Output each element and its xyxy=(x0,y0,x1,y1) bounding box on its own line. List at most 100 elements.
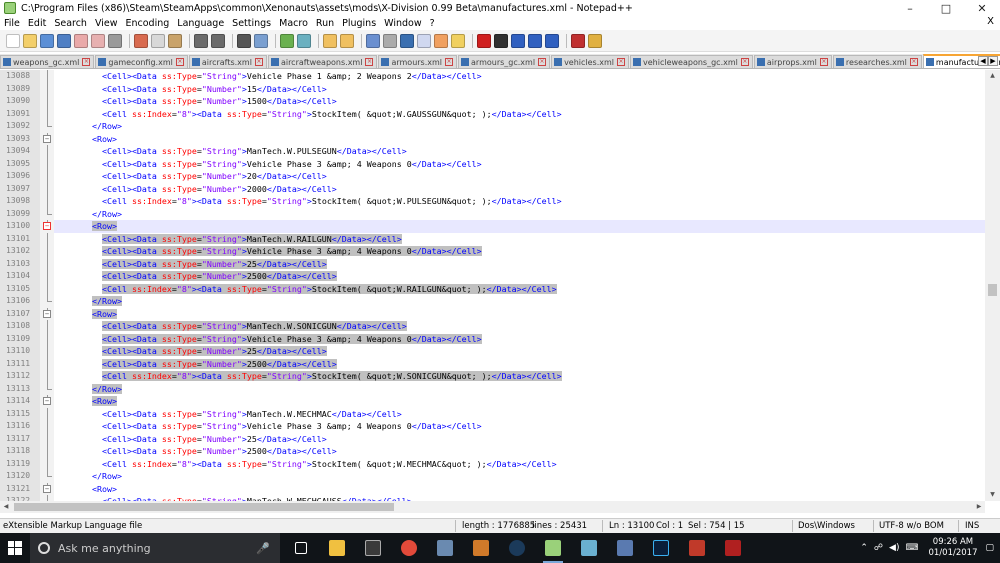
cut-icon[interactable] xyxy=(134,33,148,48)
clock[interactable]: 09:26 AM 01/01/2017 xyxy=(928,537,977,559)
code-line[interactable]: 13100− <Row> xyxy=(0,220,985,233)
code-line[interactable]: 13108 <Cell><Data ss:Type="String">ManTe… xyxy=(0,320,985,333)
microphone-icon[interactable]: 🎤 xyxy=(256,542,270,555)
menu-file[interactable]: File xyxy=(0,18,24,29)
taskbar-app-9[interactable] xyxy=(610,533,640,563)
menu-run[interactable]: Run xyxy=(312,18,338,29)
tab-researches-xml[interactable]: researches.xml × xyxy=(832,55,922,68)
taskbar-app-12[interactable] xyxy=(718,533,748,563)
copy-icon[interactable] xyxy=(151,33,165,48)
close-icon[interactable] xyxy=(74,33,88,48)
menu-help[interactable]: ? xyxy=(426,18,439,29)
scroll-left-icon[interactable]: ◀ xyxy=(0,501,12,513)
code-line[interactable]: 13099 </Row> xyxy=(0,207,985,220)
tab-vehicleweapons_gc-xml[interactable]: vehicleweapons_gc.xml × xyxy=(630,55,753,68)
vertical-scrollbar[interactable]: ▲ ▼ xyxy=(985,70,1000,501)
tab-close-icon[interactable]: × xyxy=(538,58,547,66)
taskbar-chrome[interactable] xyxy=(394,533,424,563)
status-encoding[interactable]: UTF-8 w/o BOM xyxy=(879,521,944,531)
new-file-icon[interactable] xyxy=(6,33,20,48)
menu-language[interactable]: Language xyxy=(173,18,228,29)
word-wrap-icon[interactable] xyxy=(366,33,380,48)
notifications-icon[interactable]: ▢ xyxy=(985,543,994,553)
close-document-button[interactable]: X xyxy=(987,16,994,27)
code-line[interactable]: 13109 <Cell><Data ss:Type="String">Vehic… xyxy=(0,332,985,345)
folder-workspace-icon[interactable] xyxy=(451,33,465,48)
code-line[interactable]: 13106 </Row> xyxy=(0,295,985,308)
undo-icon[interactable] xyxy=(194,33,208,48)
close-all-icon[interactable] xyxy=(91,33,105,48)
horizontal-scroll-thumb[interactable] xyxy=(14,503,394,511)
taskbar-app-5[interactable] xyxy=(466,533,496,563)
code-line[interactable]: 13094 <Cell><Data ss:Type="String">ManTe… xyxy=(0,145,985,158)
volume-icon[interactable]: ◀) xyxy=(889,543,899,553)
menu-encoding[interactable]: Encoding xyxy=(122,18,174,29)
status-eol[interactable]: Dos\Windows xyxy=(798,521,855,531)
tab-close-icon[interactable]: × xyxy=(254,58,263,66)
stop-macro-icon[interactable] xyxy=(494,33,508,48)
tab-close-icon[interactable]: × xyxy=(175,58,184,66)
horizontal-scrollbar[interactable]: ◀ ▶ xyxy=(0,501,985,513)
menu-window[interactable]: Window xyxy=(380,18,425,29)
code-line[interactable]: 13097 <Cell><Data ss:Type="Number">2000<… xyxy=(0,182,985,195)
menu-plugins[interactable]: Plugins xyxy=(338,18,380,29)
code-line[interactable]: 13107− <Row> xyxy=(0,307,985,320)
sync-vertical-icon[interactable] xyxy=(323,33,337,48)
menu-edit[interactable]: Edit xyxy=(24,18,50,29)
tab-vehicles-xml[interactable]: vehicles.xml × xyxy=(551,55,630,68)
code-line[interactable]: 13089 <Cell><Data ss:Type="Number">15</D… xyxy=(0,82,985,95)
menu-settings[interactable]: Settings xyxy=(228,18,275,29)
vertical-scroll-thumb[interactable] xyxy=(988,284,997,296)
record-macro-icon[interactable] xyxy=(477,33,491,48)
code-line[interactable]: 13103 <Cell><Data ss:Type="Number">25</D… xyxy=(0,257,985,270)
code-line[interactable]: 13120 </Row> xyxy=(0,470,985,483)
tab-scroll-left-icon[interactable]: ◀ xyxy=(978,56,988,66)
function-list-icon[interactable] xyxy=(434,33,448,48)
code-line[interactable]: 13118 <Cell><Data ss:Type="Number">2500<… xyxy=(0,445,985,458)
code-line[interactable]: 13093− <Row> xyxy=(0,132,985,145)
code-editor[interactable]: 13088 <Cell><Data ss:Type="String">Vehic… xyxy=(0,70,985,501)
show-hidden-icons-icon[interactable]: ⌃ xyxy=(860,543,868,553)
minimize-button[interactable]: – xyxy=(892,2,928,15)
tab-close-icon[interactable]: × xyxy=(617,58,626,66)
menu-search[interactable]: Search xyxy=(50,18,91,29)
cortana-search-box[interactable]: Ask me anything 🎤 xyxy=(30,533,280,563)
code-line[interactable]: 13112 <Cell ss:Index="8"><Data ss:Type="… xyxy=(0,370,985,383)
indent-guide-icon[interactable] xyxy=(400,33,414,48)
tab-armours-xml[interactable]: armours.xml × xyxy=(378,55,458,68)
start-button[interactable] xyxy=(0,533,30,563)
find-icon[interactable] xyxy=(237,33,251,48)
language-icon[interactable]: ⌨ xyxy=(905,543,918,553)
tab-weapons_gc-xml[interactable]: weapons_gc.xml × xyxy=(0,55,95,68)
tab-gameconfig-xml[interactable]: gameconfig.xml × xyxy=(95,55,188,68)
taskbar-photoshop[interactable] xyxy=(646,533,676,563)
tab-close-icon[interactable]: × xyxy=(909,58,918,66)
code-line[interactable]: 13119 <Cell ss:Index="8"><Data ss:Type="… xyxy=(0,457,985,470)
tab-close-icon[interactable]: × xyxy=(82,58,91,66)
paste-icon[interactable] xyxy=(168,33,182,48)
play-macro-icon[interactable] xyxy=(511,33,525,48)
tab-airprops-xml[interactable]: airprops.xml × xyxy=(753,55,832,68)
redo-icon[interactable] xyxy=(211,33,225,48)
taskbar-app-4[interactable] xyxy=(430,533,460,563)
tab-close-icon[interactable]: × xyxy=(740,58,749,66)
run-macro-multiple-icon[interactable] xyxy=(528,33,542,48)
save-macro-icon[interactable] xyxy=(545,33,559,48)
code-line[interactable]: 13091 <Cell ss:Index="8"><Data ss:Type="… xyxy=(0,107,985,120)
show-all-characters-icon[interactable] xyxy=(383,33,397,48)
code-line[interactable]: 13092 </Row> xyxy=(0,120,985,133)
taskbar-app-8[interactable] xyxy=(574,533,604,563)
code-line[interactable]: 13096 <Cell><Data ss:Type="Number">20</D… xyxy=(0,170,985,183)
zoom-in-icon[interactable] xyxy=(280,33,294,48)
code-line[interactable]: 13105 <Cell ss:Index="8"><Data ss:Type="… xyxy=(0,282,985,295)
taskbar-notepadpp[interactable] xyxy=(538,533,568,563)
taskbar-steam[interactable] xyxy=(502,533,532,563)
code-line[interactable]: 13113 </Row> xyxy=(0,382,985,395)
sync-horizontal-icon[interactable] xyxy=(340,33,354,48)
code-line[interactable]: 13101 <Cell><Data ss:Type="String">ManTe… xyxy=(0,232,985,245)
code-line[interactable]: 13095 <Cell><Data ss:Type="String">Vehic… xyxy=(0,157,985,170)
replace-icon[interactable] xyxy=(254,33,268,48)
menu-macro[interactable]: Macro xyxy=(275,18,312,29)
code-line[interactable]: 13102 <Cell><Data ss:Type="String">Vehic… xyxy=(0,245,985,258)
network-icon[interactable]: ☍ xyxy=(874,543,883,553)
